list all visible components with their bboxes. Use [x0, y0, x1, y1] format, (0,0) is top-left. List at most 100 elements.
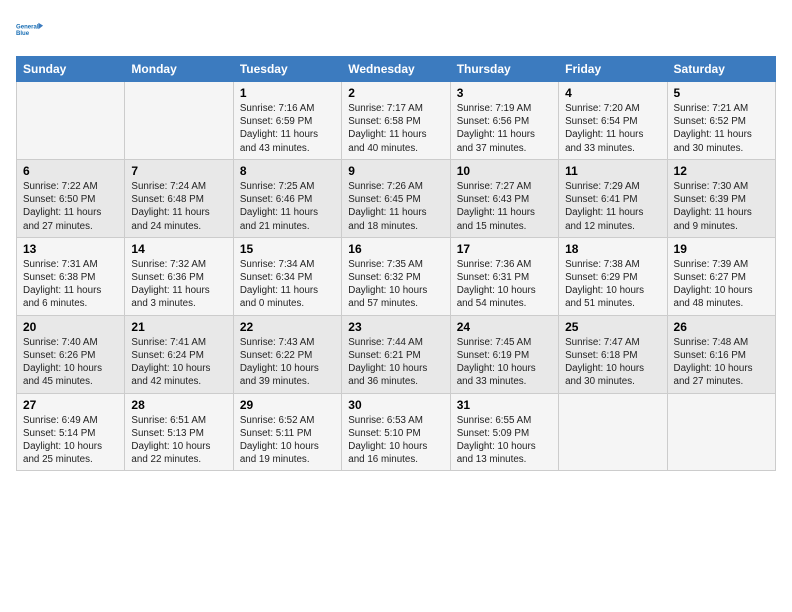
calendar-cell [559, 393, 667, 471]
page-header: GeneralBlue [16, 16, 776, 44]
day-number: 10 [457, 164, 552, 178]
day-info: Sunrise: 7:34 AM Sunset: 6:34 PM Dayligh… [240, 258, 335, 311]
calendar-cell: 8 Sunrise: 7:25 AM Sunset: 6:46 PM Daylig… [233, 159, 341, 237]
calendar-cell [17, 82, 125, 160]
calendar-row-0: 1 Sunrise: 7:16 AM Sunset: 6:59 PM Daylig… [17, 82, 776, 160]
day-number: 18 [565, 242, 660, 256]
day-info: Sunrise: 7:21 AM Sunset: 6:52 PM Dayligh… [674, 102, 769, 155]
calendar-cell: 15 Sunrise: 7:34 AM Sunset: 6:34 PM Dayli… [233, 237, 341, 315]
calendar-cell: 9 Sunrise: 7:26 AM Sunset: 6:45 PM Daylig… [342, 159, 450, 237]
day-info: Sunrise: 6:52 AM Sunset: 5:11 PM Dayligh… [240, 414, 335, 467]
logo-icon: GeneralBlue [16, 16, 44, 44]
calendar-cell: 18 Sunrise: 7:38 AM Sunset: 6:29 PM Dayli… [559, 237, 667, 315]
day-info: Sunrise: 7:25 AM Sunset: 6:46 PM Dayligh… [240, 180, 335, 233]
header-cell-thursday: Thursday [450, 57, 558, 82]
day-info: Sunrise: 7:41 AM Sunset: 6:24 PM Dayligh… [131, 336, 226, 389]
calendar-cell: 2 Sunrise: 7:17 AM Sunset: 6:58 PM Daylig… [342, 82, 450, 160]
day-number: 5 [674, 86, 769, 100]
calendar-cell: 22 Sunrise: 7:43 AM Sunset: 6:22 PM Dayli… [233, 315, 341, 393]
day-info: Sunrise: 7:31 AM Sunset: 6:38 PM Dayligh… [23, 258, 118, 311]
calendar-cell: 30 Sunrise: 6:53 AM Sunset: 5:10 PM Dayli… [342, 393, 450, 471]
day-number: 22 [240, 320, 335, 334]
calendar-body: 1 Sunrise: 7:16 AM Sunset: 6:59 PM Daylig… [17, 82, 776, 471]
calendar-cell: 17 Sunrise: 7:36 AM Sunset: 6:31 PM Dayli… [450, 237, 558, 315]
calendar-cell: 10 Sunrise: 7:27 AM Sunset: 6:43 PM Dayli… [450, 159, 558, 237]
calendar-cell: 12Sunrise: 7:30 AM Sunset: 6:39 PM Dayli… [667, 159, 775, 237]
day-info: Sunrise: 7:24 AM Sunset: 6:48 PM Dayligh… [131, 180, 226, 233]
day-info: Sunrise: 7:19 AM Sunset: 6:56 PM Dayligh… [457, 102, 552, 155]
day-number: 1 [240, 86, 335, 100]
calendar-cell: 27 Sunrise: 6:49 AM Sunset: 5:14 PM Dayli… [17, 393, 125, 471]
day-number: 24 [457, 320, 552, 334]
calendar-cell: 21 Sunrise: 7:41 AM Sunset: 6:24 PM Dayli… [125, 315, 233, 393]
day-info: Sunrise: 7:32 AM Sunset: 6:36 PM Dayligh… [131, 258, 226, 311]
header-cell-saturday: Saturday [667, 57, 775, 82]
day-number: 3 [457, 86, 552, 100]
calendar-header: SundayMondayTuesdayWednesdayThursdayFrid… [17, 57, 776, 82]
calendar-cell: 14 Sunrise: 7:32 AM Sunset: 6:36 PM Dayli… [125, 237, 233, 315]
day-info: Sunrise: 6:49 AM Sunset: 5:14 PM Dayligh… [23, 414, 118, 467]
day-info: Sunrise: 7:22 AM Sunset: 6:50 PM Dayligh… [23, 180, 118, 233]
calendar-cell [125, 82, 233, 160]
day-info: Sunrise: 7:40 AM Sunset: 6:26 PM Dayligh… [23, 336, 118, 389]
svg-text:General: General [16, 24, 39, 30]
day-number: 14 [131, 242, 226, 256]
day-info: Sunrise: 7:29 AM Sunset: 6:41 PM Dayligh… [565, 180, 660, 233]
day-info: Sunrise: 7:45 AM Sunset: 6:19 PM Dayligh… [457, 336, 552, 389]
calendar-row-2: 13 Sunrise: 7:31 AM Sunset: 6:38 PM Dayli… [17, 237, 776, 315]
day-number: 15 [240, 242, 335, 256]
calendar-cell: 4Sunrise: 7:20 AM Sunset: 6:54 PM Daylig… [559, 82, 667, 160]
calendar-cell [667, 393, 775, 471]
day-number: 26 [674, 320, 769, 334]
calendar-cell: 28Sunrise: 6:51 AM Sunset: 5:13 PM Dayli… [125, 393, 233, 471]
calendar-cell: 31 Sunrise: 6:55 AM Sunset: 5:09 PM Dayli… [450, 393, 558, 471]
day-number: 21 [131, 320, 226, 334]
calendar-row-4: 27 Sunrise: 6:49 AM Sunset: 5:14 PM Dayli… [17, 393, 776, 471]
calendar-row-3: 20 Sunrise: 7:40 AM Sunset: 6:26 PM Dayli… [17, 315, 776, 393]
day-number: 11 [565, 164, 660, 178]
day-number: 13 [23, 242, 118, 256]
day-number: 8 [240, 164, 335, 178]
calendar-cell: 7 Sunrise: 7:24 AM Sunset: 6:48 PM Daylig… [125, 159, 233, 237]
calendar-cell: 24 Sunrise: 7:45 AM Sunset: 6:19 PM Dayli… [450, 315, 558, 393]
header-cell-wednesday: Wednesday [342, 57, 450, 82]
day-number: 31 [457, 398, 552, 412]
header-cell-tuesday: Tuesday [233, 57, 341, 82]
day-number: 19 [674, 242, 769, 256]
day-info: Sunrise: 6:55 AM Sunset: 5:09 PM Dayligh… [457, 414, 552, 467]
svg-text:Blue: Blue [16, 31, 30, 37]
day-number: 30 [348, 398, 443, 412]
logo: GeneralBlue [16, 16, 44, 44]
day-number: 20 [23, 320, 118, 334]
calendar-row-1: 6Sunrise: 7:22 AM Sunset: 6:50 PM Daylig… [17, 159, 776, 237]
calendar-cell: 20 Sunrise: 7:40 AM Sunset: 6:26 PM Dayli… [17, 315, 125, 393]
day-number: 28 [131, 398, 226, 412]
calendar-cell: 1 Sunrise: 7:16 AM Sunset: 6:59 PM Daylig… [233, 82, 341, 160]
day-info: Sunrise: 7:44 AM Sunset: 6:21 PM Dayligh… [348, 336, 443, 389]
day-number: 7 [131, 164, 226, 178]
calendar-cell: 13 Sunrise: 7:31 AM Sunset: 6:38 PM Dayli… [17, 237, 125, 315]
day-info: Sunrise: 7:48 AM Sunset: 6:16 PM Dayligh… [674, 336, 769, 389]
calendar-cell: 5 Sunrise: 7:21 AM Sunset: 6:52 PM Daylig… [667, 82, 775, 160]
day-number: 27 [23, 398, 118, 412]
day-info: Sunrise: 7:27 AM Sunset: 6:43 PM Dayligh… [457, 180, 552, 233]
day-info: Sunrise: 7:43 AM Sunset: 6:22 PM Dayligh… [240, 336, 335, 389]
day-info: Sunrise: 7:20 AM Sunset: 6:54 PM Dayligh… [565, 102, 660, 155]
header-cell-sunday: Sunday [17, 57, 125, 82]
calendar-cell: 11 Sunrise: 7:29 AM Sunset: 6:41 PM Dayli… [559, 159, 667, 237]
day-info: Sunrise: 7:39 AM Sunset: 6:27 PM Dayligh… [674, 258, 769, 311]
day-info: Sunrise: 7:38 AM Sunset: 6:29 PM Dayligh… [565, 258, 660, 311]
calendar-cell: 29Sunrise: 6:52 AM Sunset: 5:11 PM Dayli… [233, 393, 341, 471]
calendar-cell: 16Sunrise: 7:35 AM Sunset: 6:32 PM Dayli… [342, 237, 450, 315]
day-info: Sunrise: 7:17 AM Sunset: 6:58 PM Dayligh… [348, 102, 443, 155]
day-info: Sunrise: 7:36 AM Sunset: 6:31 PM Dayligh… [457, 258, 552, 311]
header-cell-monday: Monday [125, 57, 233, 82]
day-info: Sunrise: 7:26 AM Sunset: 6:45 PM Dayligh… [348, 180, 443, 233]
day-number: 9 [348, 164, 443, 178]
day-number: 17 [457, 242, 552, 256]
header-row: SundayMondayTuesdayWednesdayThursdayFrid… [17, 57, 776, 82]
day-info: Sunrise: 6:53 AM Sunset: 5:10 PM Dayligh… [348, 414, 443, 467]
day-number: 2 [348, 86, 443, 100]
day-info: Sunrise: 7:16 AM Sunset: 6:59 PM Dayligh… [240, 102, 335, 155]
day-info: Sunrise: 7:35 AM Sunset: 6:32 PM Dayligh… [348, 258, 443, 311]
